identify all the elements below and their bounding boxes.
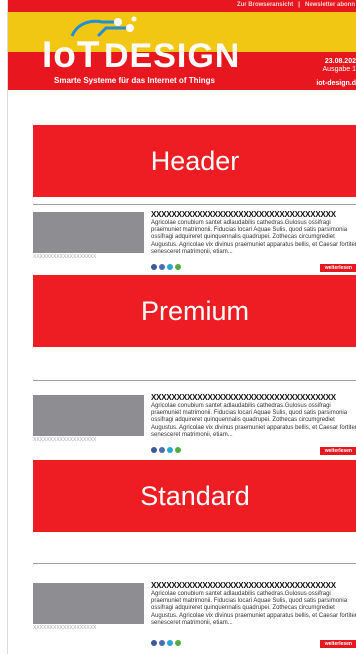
newsletter-frame: Zur Browseransicht | Newsletter abonn IoT …	[7, 0, 356, 654]
article-thumbnail[interactable]	[33, 583, 144, 624]
article-card: XXXXXXXXXXXXXXXXXXX XXXXXXXXXXXXXXXXXXXX…	[33, 210, 356, 272]
date-text: 23.08.202	[324, 58, 356, 65]
tagline: Smarte Systeme für das Internet of Thing…	[54, 76, 215, 85]
facebook-icon[interactable]	[151, 264, 157, 270]
linkedin-icon[interactable]	[159, 640, 165, 646]
banner-standard[interactable]: Standard	[33, 460, 356, 532]
twitter-icon[interactable]	[167, 447, 173, 453]
xing-icon[interactable]	[175, 264, 181, 270]
article-body: Agricolae conubium santet adlaudabilis c…	[151, 591, 356, 626]
linkedin-icon[interactable]	[159, 447, 165, 453]
issue-number: Ausgabe 1	[322, 66, 356, 74]
logo-design: DESIGN	[104, 37, 241, 75]
masthead: Zur Browseransicht | Newsletter abonn IoT …	[8, 0, 356, 90]
xing-icon[interactable]	[175, 447, 181, 453]
twitter-icon[interactable]	[167, 640, 173, 646]
facebook-icon[interactable]	[151, 447, 157, 453]
banner-premium[interactable]: Premium	[33, 275, 356, 347]
social-icons	[151, 640, 181, 646]
linkedin-icon[interactable]	[159, 264, 165, 270]
divider	[33, 563, 356, 564]
article-body: Agricolae conubium santet adlaudabilis c…	[151, 220, 356, 255]
thumbnail-caption: XXXXXXXXXXXXXXXXXXX	[33, 254, 97, 260]
article-card: XXXXXXXXXXXXXXXXXXX XXXXXXXXXXXXXXXXXXXX…	[33, 581, 356, 648]
banner-header[interactable]: Header	[33, 125, 356, 197]
read-more-button[interactable]: weiterlesen	[319, 447, 356, 455]
article-body: Agricolae conubium santet adlaudabilis c…	[151, 403, 356, 438]
article-headline[interactable]: XXXXXXXXXXXXXXXXXXXXXXXXXXXXXXXXXXXX	[151, 393, 336, 402]
logo-io[interactable]: IoT	[42, 36, 100, 73]
social-icons	[151, 447, 181, 453]
social-icons	[151, 264, 181, 270]
article-card: XXXXXXXXXXXXXXXXXXX XXXXXXXXXXXXXXXXXXXX…	[33, 393, 356, 455]
article-thumbnail[interactable]	[33, 395, 144, 436]
topbar: Zur Browseransicht | Newsletter abonn	[237, 2, 355, 8]
xing-icon[interactable]	[175, 640, 181, 646]
topbar-separator: |	[298, 2, 300, 8]
article-headline[interactable]: XXXXXXXXXXXXXXXXXXXXXXXXXXXXXXXXXXXX	[151, 581, 336, 590]
facebook-icon[interactable]	[151, 640, 157, 646]
newsletter-subscribe-link[interactable]: Newsletter abonn	[305, 2, 355, 8]
thumbnail-caption: XXXXXXXXXXXXXXXXXXX	[33, 625, 97, 631]
divider	[33, 380, 356, 381]
thumbnail-caption: XXXXXXXXXXXXXXXXXXX	[33, 437, 97, 443]
read-more-button[interactable]: weiterlesen	[319, 264, 356, 272]
twitter-icon[interactable]	[167, 264, 173, 270]
issue-date: 23.08.202 Ausgabe 1	[323, 58, 356, 75]
article-thumbnail[interactable]	[33, 212, 144, 253]
article-headline[interactable]: XXXXXXXXXXXXXXXXXXXXXXXXXXXXXXXXXXXX	[151, 210, 336, 219]
browser-view-link[interactable]: Zur Browseransicht	[237, 2, 293, 8]
site-domain[interactable]: iot-design.d	[316, 80, 356, 87]
divider	[33, 204, 356, 205]
read-more-button[interactable]: weiterlesen	[319, 640, 356, 648]
